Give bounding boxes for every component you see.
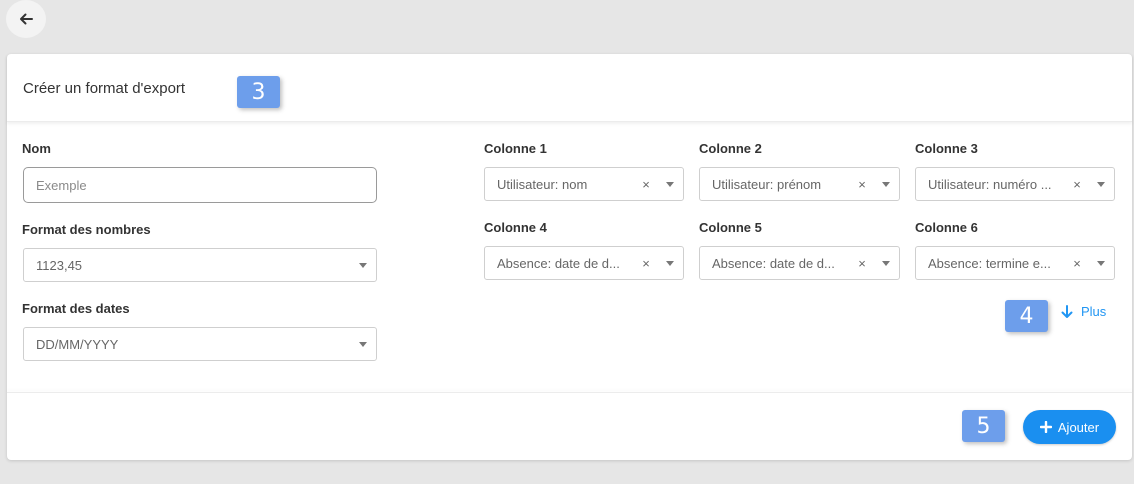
chevron-down-icon [657,181,683,187]
column-1-label: Colonne 1 [484,141,547,156]
column-1-select[interactable]: Utilisateur: nom × [484,167,684,201]
add-button[interactable]: Ajouter [1023,410,1116,444]
add-button-label: Ajouter [1057,419,1100,435]
chevron-down-icon [873,260,899,266]
arrow-down-icon [1061,304,1073,318]
page-title: Créer un format d'export [23,80,186,97]
more-columns-link[interactable]: Plus [1061,304,1106,319]
clear-icon[interactable]: × [851,177,873,192]
column-2-select[interactable]: Utilisateur: prénom × [699,167,900,201]
column-5-value: Absence: date de d... [712,255,835,271]
column-6-value: Absence: termine e... [928,255,1051,271]
column-2-value: Utilisateur: prénom [712,176,822,192]
clear-icon[interactable]: × [635,256,657,271]
chevron-down-icon [350,341,376,347]
arrow-left-icon [20,13,33,25]
step-badge-3: 3 [237,76,280,108]
back-button[interactable] [6,0,46,38]
column-3-label: Colonne 3 [915,141,978,156]
clear-icon[interactable]: × [635,177,657,192]
column-4-value: Absence: date de d... [497,255,620,271]
date-format-select[interactable]: DD/MM/YYYY [23,327,377,361]
chevron-down-icon [1088,260,1114,266]
number-format-label: Format des nombres [22,222,151,237]
column-3-select[interactable]: Utilisateur: numéro ... × [915,167,1115,201]
clear-icon[interactable]: × [1066,177,1088,192]
column-1-value: Utilisateur: nom [497,176,588,192]
export-format-card: Créer un format d'export 3 Nom Format de… [7,54,1132,460]
footer-divider [7,392,1132,393]
chevron-down-icon [1088,181,1114,187]
clear-icon[interactable]: × [1066,256,1088,271]
number-format-value: 1123,45 [36,257,83,273]
column-2-label: Colonne 2 [699,141,762,156]
chevron-down-icon [657,260,683,266]
column-3-value: Utilisateur: numéro ... [928,176,1052,192]
chevron-down-icon [873,181,899,187]
date-format-label: Format des dates [22,301,130,316]
column-6-select[interactable]: Absence: termine e... × [915,246,1115,280]
chevron-down-icon [350,262,376,268]
date-format-value: DD/MM/YYYY [36,336,119,352]
more-link-label: Plus [1081,304,1107,319]
plus-icon [1039,421,1052,433]
card-header: Créer un format d'export [7,54,1132,122]
column-4-select[interactable]: Absence: date de d... × [484,246,684,280]
column-5-select[interactable]: Absence: date de d... × [699,246,900,280]
column-5-label: Colonne 5 [699,220,762,235]
column-4-label: Colonne 4 [484,220,547,235]
step-badge-4: 4 [1005,300,1048,332]
number-format-select[interactable]: 1123,45 [23,248,377,282]
column-6-label: Colonne 6 [915,220,978,235]
name-label: Nom [22,141,51,156]
name-input[interactable] [23,167,377,203]
clear-icon[interactable]: × [851,256,873,271]
step-badge-5: 5 [962,410,1005,442]
